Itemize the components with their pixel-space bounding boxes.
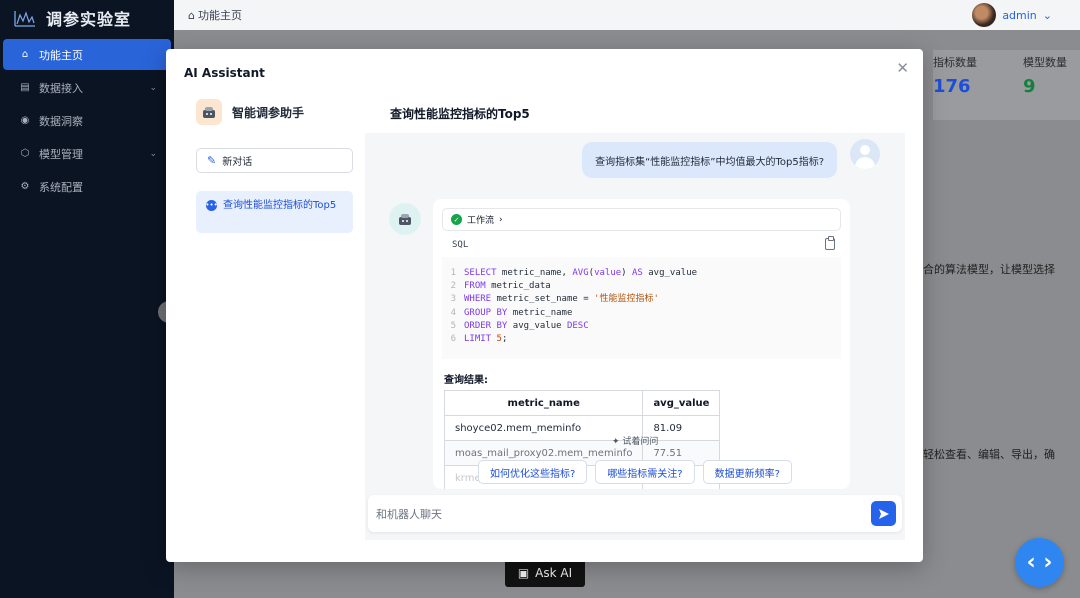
user-message: 查询指标集“性能监控指标”中均值最大的Top5指标?	[582, 142, 837, 178]
code-line: 2 FROM metric_data	[450, 281, 551, 292]
check-icon: ✓	[451, 214, 462, 225]
home-icon: ⌂	[21, 49, 29, 60]
bot-avatar	[196, 99, 222, 125]
code-language: SQL	[452, 240, 469, 250]
sidebar-item-label: 数据洞察	[39, 114, 83, 128]
logo-icon	[14, 11, 35, 27]
copy-icon[interactable]	[825, 236, 835, 250]
user-menu[interactable]: admin ⌄	[972, 3, 1052, 27]
modal-title: AI Assistant	[184, 66, 265, 80]
workflow-label: 工作流	[467, 216, 495, 226]
avatar	[972, 3, 997, 27]
sidebar: 调参实验室 ⌂ 功能主页 ▤ 数据接入 ⌄ ◉ 数据洞察 ⬡ 模型管理 ⌄ ⚙ …	[0, 0, 174, 598]
close-icon[interactable]: ✕	[896, 61, 909, 76]
try-ask-label: ✦ 试着问问	[612, 437, 659, 447]
assistant-header: 智能调参助手	[196, 99, 364, 125]
suggestion-chip[interactable]: 数据更新频率?	[702, 460, 792, 484]
chevron-right-icon: ›	[499, 214, 503, 225]
table-row: shoyce02.mem_meminfo 81.09	[443, 415, 721, 441]
chevron-down-icon: ⌄	[149, 82, 157, 93]
stat-value: 9	[1023, 76, 1036, 97]
workflow-toggle[interactable]: ✓ 工作流 ›	[442, 208, 841, 231]
sidebar-item-system-config[interactable]: ⚙ 系统配置	[3, 171, 171, 202]
code-icon: ‹ ›	[1026, 550, 1053, 575]
conversation-item[interactable]: ••• 查询性能监控指标的Top5	[196, 191, 353, 233]
stat-label: 模型数量	[1023, 56, 1067, 69]
brand: 调参实验室	[0, 0, 174, 36]
chat-title: 查询性能监控指标的Top5	[390, 107, 530, 121]
topbar: ⌂ 功能主页 admin ⌄	[174, 0, 1080, 30]
ask-ai-label: Ask AI	[535, 566, 573, 580]
suggestion-chip[interactable]: 如何优化这些指标?	[478, 460, 588, 484]
chat-input[interactable]	[376, 503, 856, 525]
stat-card-metrics: 指标数量 176	[933, 50, 1023, 120]
new-chat-label: 新对话	[222, 157, 253, 168]
breadcrumb-label: 功能主页	[197, 9, 242, 22]
breadcrumb[interactable]: ⌂ 功能主页	[188, 7, 242, 23]
chat-bubble-icon: •••	[205, 200, 218, 211]
ai-assistant-modal: AI Assistant ✕ 智能调参助手 ✎ 新对话 ••• 查询性能监控指标…	[166, 49, 923, 562]
conversation-sidebar: 智能调参助手 ✎ 新对话 ••• 查询性能监控指标的Top5	[184, 93, 364, 562]
sql-code-block: 1 SELECT metric_name, AVG(value) AS avg_v…	[442, 257, 841, 359]
ask-ai-button[interactable]: ▣ Ask AI	[505, 559, 585, 587]
table-header-row: metric_name avg_value	[443, 390, 721, 416]
sidebar-item-data-insight[interactable]: ◉ 数据洞察	[3, 105, 171, 136]
chat-header: 查询性能监控指标的Top5	[365, 93, 905, 133]
stat-card-models: 模型数量 9	[1023, 50, 1080, 120]
eye-icon: ◉	[20, 115, 30, 126]
column-header: metric_name	[443, 390, 644, 416]
code-line: 5 ORDER BY avg_value DESC	[450, 320, 589, 331]
sidebar-item-home[interactable]: ⌂ 功能主页	[3, 39, 171, 70]
stat-label: 指标数量	[933, 56, 977, 69]
gear-icon: ⚙	[20, 181, 30, 192]
sidebar-nav: ⌂ 功能主页 ▤ 数据接入 ⌄ ◉ 数据洞察 ⬡ 模型管理 ⌄ ⚙ 系统配置	[0, 39, 174, 202]
suggestion-chip[interactable]: 哪些指标需关注?	[595, 460, 695, 484]
suggestion-list: 如何优化这些指标? 哪些指标需关注? 数据更新频率?	[478, 460, 792, 484]
sidebar-item-label: 功能主页	[39, 48, 83, 62]
code-toggle-button[interactable]: ‹ ›	[1015, 538, 1064, 587]
sidebar-item-label: 模型管理	[39, 147, 83, 161]
cube-icon: ⬡	[20, 148, 30, 159]
code-line: 6 LIMIT 5;	[450, 333, 508, 344]
chevron-down-icon: ⌄	[1042, 8, 1052, 22]
app-title: 调参实验室	[46, 10, 132, 29]
background-text: 合的算法模型，让模型选择	[923, 263, 1055, 276]
conversation-title: 查询性能监控指标的Top5	[223, 200, 337, 211]
chat-pane: 查询性能监控指标的Top5 查询指标集“性能监控指标”中均值最大的Top5指标?…	[365, 93, 905, 540]
chevron-down-icon: ⌄	[149, 148, 157, 159]
send-icon	[878, 508, 889, 519]
column-header: avg_value	[642, 390, 721, 416]
robot-icon	[399, 214, 411, 225]
sidebar-item-label: 数据接入	[39, 81, 83, 95]
result-label: 查询结果:	[444, 375, 488, 386]
chat-input-bar	[368, 495, 902, 532]
send-button[interactable]	[871, 501, 896, 526]
assistant-name: 智能调参助手	[232, 105, 305, 120]
robot-icon: ▣	[517, 566, 530, 580]
new-chat-button[interactable]: ✎ 新对话	[196, 148, 353, 173]
code-line: 1 SELECT metric_name, AVG(value) AS avg_v…	[450, 268, 698, 278]
user-avatar	[850, 139, 880, 169]
sidebar-item-data-ingest[interactable]: ▤ 数据接入 ⌄	[3, 72, 171, 103]
username: admin	[1002, 8, 1037, 22]
robot-icon	[203, 107, 215, 118]
sidebar-item-model-mgmt[interactable]: ⬡ 模型管理 ⌄	[3, 138, 171, 169]
bot-avatar	[389, 203, 421, 235]
code-line: 4 GROUP BY metric_name	[450, 307, 573, 318]
sidebar-item-label: 系统配置	[39, 180, 83, 194]
home-icon: ⌂	[188, 8, 195, 22]
edit-icon: ✎	[207, 154, 217, 167]
code-line: 3 WHERE metric_set_name = '性能监控指标'	[450, 294, 659, 305]
stat-value: 176	[933, 76, 971, 97]
database-icon: ▤	[20, 82, 30, 93]
background-text: 轻松查看、编辑、导出，确	[923, 448, 1055, 461]
